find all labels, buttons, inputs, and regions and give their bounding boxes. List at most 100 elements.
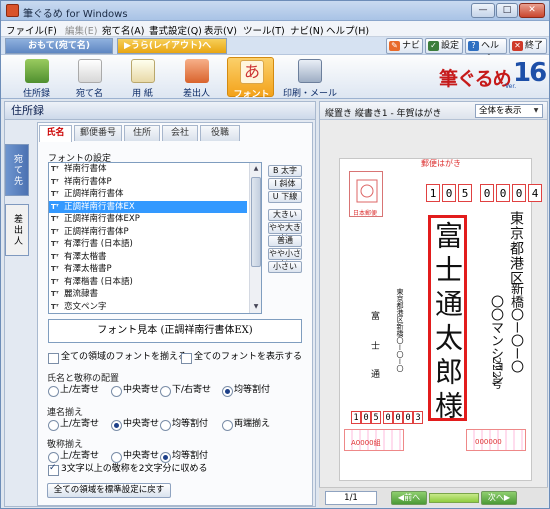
font-list-item-label: 有澤太楷書 bbox=[64, 251, 107, 262]
scroll-up-icon[interactable]: ▲ bbox=[251, 163, 261, 175]
stamp-label: 日本郵便 bbox=[353, 210, 378, 217]
size-large-button[interactable]: 大きい bbox=[268, 209, 302, 221]
font-icon: あ bbox=[240, 60, 264, 84]
menu-tools[interactable]: ツール(T) bbox=[243, 23, 285, 37]
radio-joint-center[interactable]: 中央寄せ bbox=[111, 419, 159, 431]
stamp-area: 日本郵便 bbox=[349, 171, 383, 217]
ribbon-address-book-label: 住所録 bbox=[22, 89, 50, 99]
navi-button[interactable]: ✎ ナビ bbox=[386, 38, 423, 54]
size-slightly-large-button[interactable]: やや大きい bbox=[268, 222, 302, 242]
font-list[interactable]: Tᵀ 祥南行書体 Tᵀ 祥南行書体P Tᵀ 正調祥南行書体 Tᵀ 正調祥南行書体EX Tᵀ 正調祥… bbox=[48, 162, 262, 314]
ribbon-print-mail[interactable]: 印刷・メール bbox=[281, 57, 339, 99]
scroll-thumb[interactable] bbox=[251, 177, 261, 267]
radio-title-justify[interactable]: 均等割付 bbox=[160, 451, 208, 463]
radio-joint-top-left[interactable]: 上/左寄せ bbox=[48, 419, 99, 431]
tab-address[interactable]: 住所 bbox=[124, 125, 160, 141]
truetype-icon: Tᵀ bbox=[51, 177, 59, 186]
radio-name-bottom-right[interactable]: 下/右寄せ bbox=[160, 385, 211, 397]
check-all-fields-font[interactable]: 全ての領域のフォントを揃える bbox=[48, 352, 187, 364]
tab-company[interactable]: 会社 bbox=[162, 125, 198, 141]
page-slider[interactable] bbox=[429, 493, 479, 503]
radio-joint-justify[interactable]: 均等割付 bbox=[160, 419, 208, 431]
postcode-digit: 0 bbox=[496, 184, 510, 202]
view-select-value: 全体を表示 bbox=[479, 106, 522, 116]
menu-help[interactable]: ヘルプ(H) bbox=[326, 23, 369, 37]
sender-postcode-digit: 5 bbox=[371, 411, 381, 424]
sender-postcode-digit: 0 bbox=[361, 411, 371, 424]
check-shrink-title[interactable]: 3文字以上の敬称を2文字分に収める bbox=[48, 463, 207, 476]
font-list-item[interactable]: Tᵀ 有澤楷書 (日本語) bbox=[49, 276, 247, 289]
tab-name[interactable]: 氏名 bbox=[39, 125, 72, 142]
sender-postcode-digit: 1 bbox=[351, 411, 361, 424]
card-header-label: 郵便はがき bbox=[421, 159, 461, 168]
font-list-item-label: 正調祥南行書体 bbox=[64, 189, 124, 199]
size-slightly-small-button[interactable]: やや小さい bbox=[268, 248, 302, 268]
size-small-button[interactable]: 小さい bbox=[268, 261, 302, 273]
maximize-button[interactable]: □ bbox=[496, 3, 518, 18]
recipient-address-1: 東京都港区 bbox=[506, 211, 526, 286]
bold-button[interactable]: B 太字 bbox=[268, 165, 302, 177]
vtab-recipient[interactable]: 宛て先 bbox=[5, 144, 29, 196]
sender-postcode-digit: 0 bbox=[383, 411, 393, 424]
minimize-button[interactable]: — bbox=[471, 3, 495, 18]
menu-address[interactable]: 宛て名(A) bbox=[102, 23, 144, 37]
radio-name-top-left[interactable]: 上/左寄せ bbox=[48, 385, 99, 397]
postcode-digit: 0 bbox=[442, 184, 456, 202]
font-list-item[interactable]: Tᵀ 正調祥南行書体EXP bbox=[49, 213, 247, 226]
reset-all-button[interactable]: 全ての領域を標準設定に戻す bbox=[47, 483, 171, 498]
menu-edit[interactable]: 編集(E) bbox=[65, 23, 97, 37]
menu-file[interactable]: ファイル(F) bbox=[6, 23, 57, 37]
view-select[interactable]: 全体を表示 ▼ bbox=[475, 104, 543, 118]
vtab-sender[interactable]: 差出人 bbox=[5, 204, 29, 256]
font-list-item[interactable]: Tᵀ 麗流隷書 bbox=[49, 288, 247, 301]
menu-view[interactable]: 表示(V) bbox=[204, 23, 237, 37]
font-list-item[interactable]: Tᵀ 有澤太楷書P bbox=[49, 263, 247, 276]
font-list-item[interactable]: Tᵀ 有澤行書 (日本語) bbox=[49, 238, 247, 251]
menu-navi[interactable]: ナビ(N) bbox=[290, 23, 324, 37]
font-list-item[interactable]: Tᵀ 祥南行書体 bbox=[49, 163, 247, 176]
ribbon-sender[interactable]: 差出人 bbox=[173, 57, 220, 99]
truetype-icon: Tᵀ bbox=[51, 290, 59, 298]
scroll-down-icon[interactable]: ▼ bbox=[251, 301, 261, 313]
underline-button[interactable]: U 下線 bbox=[268, 191, 302, 203]
help-button[interactable]: ?ヘルプ bbox=[465, 38, 507, 65]
font-list-item[interactable]: Tᵀ 有澤太楷書 bbox=[49, 251, 247, 264]
exit-label: 終了 bbox=[525, 41, 544, 51]
mode-front-tab[interactable]: おもて(宛て名) bbox=[5, 38, 113, 54]
radio-title-center[interactable]: 中央寄せ bbox=[111, 451, 159, 463]
italic-button[interactable]: I 斜体 bbox=[268, 178, 302, 190]
close-button[interactable]: ✕ bbox=[519, 3, 545, 18]
tab-position[interactable]: 役職 bbox=[200, 125, 240, 141]
font-list-item[interactable]: Tᵀ 恋文ペン字 bbox=[49, 301, 247, 314]
settings-label: 設定 bbox=[441, 41, 460, 51]
postcode-digit: 4 bbox=[528, 184, 542, 202]
tab-postal-code[interactable]: 郵便番号 bbox=[74, 125, 122, 141]
settings-button[interactable]: ✓ 設定 bbox=[425, 38, 463, 54]
font-list-item-label: 祥南行書体P bbox=[64, 176, 112, 187]
ribbon-font[interactable]: あ フォント bbox=[227, 57, 274, 100]
font-list-item[interactable]: Tᵀ 正調祥南行書体EX bbox=[49, 200, 247, 213]
size-normal-button[interactable]: 普通 bbox=[268, 235, 302, 247]
recipient-name: 富士通太郎様 bbox=[431, 221, 464, 425]
ribbon-paper[interactable]: 用 紙 bbox=[119, 57, 166, 99]
ribbon-address-book[interactable]: 住所録 bbox=[13, 57, 60, 99]
ribbon-sender-label: 差出人 bbox=[182, 89, 210, 99]
font-list-item[interactable]: Tᵀ 正調祥南行書体 bbox=[49, 188, 247, 201]
switch-back-button[interactable]: ▶うら(レイアウト)へ切替 bbox=[117, 38, 227, 66]
radio-name-center[interactable]: 中央寄せ bbox=[111, 385, 159, 397]
exit-button[interactable]: ✕ 終了 bbox=[509, 38, 547, 54]
menu-format[interactable]: 書式設定(Q) bbox=[149, 23, 202, 37]
font-sample: フォント見本 (正調祥南行書体EX) bbox=[48, 319, 302, 343]
check-show-all-fonts[interactable]: 全てのフォントを表示する bbox=[181, 352, 302, 364]
font-list-item[interactable]: Tᵀ 正調祥南行書体P bbox=[49, 226, 247, 239]
lottery-number-2: 000000 bbox=[475, 438, 502, 446]
ribbon-recipient[interactable]: 宛て名 bbox=[66, 57, 113, 99]
radio-title-top-left[interactable]: 上/左寄せ bbox=[48, 451, 99, 463]
font-list-scrollbar[interactable]: ▲ ▼ bbox=[249, 163, 261, 313]
radio-name-justify[interactable]: 均等割付 bbox=[222, 385, 270, 397]
font-list-item[interactable]: Tᵀ 祥南行書体P bbox=[49, 176, 247, 189]
truetype-icon: Tᵀ bbox=[51, 252, 59, 261]
prev-page-button[interactable]: ◀前へ bbox=[391, 491, 427, 505]
radio-joint-both-ends[interactable]: 両端揃え bbox=[222, 419, 270, 431]
next-page-button[interactable]: 次へ▶ bbox=[481, 491, 517, 505]
